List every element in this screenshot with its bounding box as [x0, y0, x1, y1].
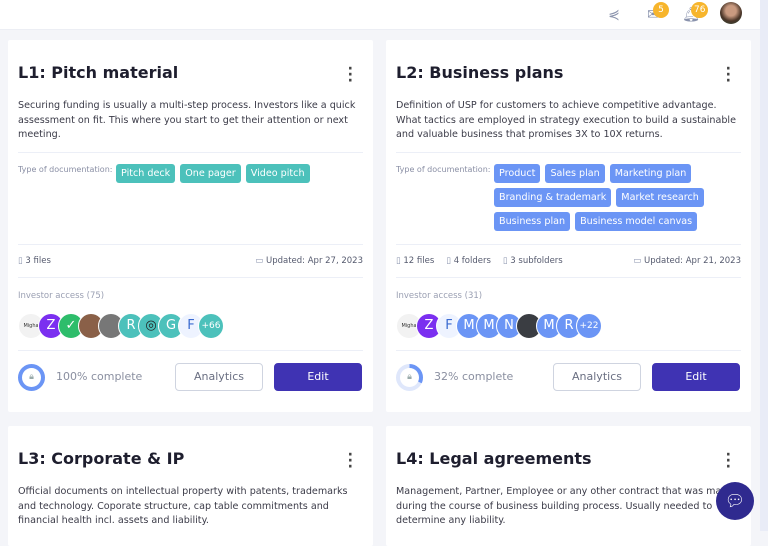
meta-text: 12 files: [403, 256, 435, 266]
card-description: Definition of USP for customers to achie…: [396, 100, 736, 140]
more-options-icon[interactable]: · · ·: [726, 448, 731, 474]
meta-item: ▯ 3 files: [18, 256, 51, 266]
divider: [396, 244, 741, 245]
card-title: L4: Legal agreements: [396, 449, 592, 468]
progress-ring: 🔒︎: [18, 364, 45, 391]
card-1: L1: Pitch material · · · Securing funding …: [8, 40, 373, 412]
investor-avatar[interactable]: +66: [198, 313, 224, 339]
mail-badge: 5: [653, 2, 669, 18]
investor-access-label: Investor access (75): [18, 291, 105, 301]
file-meta: ▯ 12 files ▯ 4 folders ▯ 3 subfolders ▭ Upd…: [396, 256, 741, 266]
tag-list: Pitch deck One pager Video pitch: [116, 164, 363, 183]
tag[interactable]: Branding & trademark: [494, 188, 612, 207]
mail-icon[interactable]: ✉ 5: [644, 2, 669, 24]
more-options-icon[interactable]: · · ·: [726, 62, 731, 88]
progress-ring: 🔒︎: [396, 364, 423, 391]
tag[interactable]: Market research: [616, 188, 704, 207]
meta-item: ▯ 3 subfolders: [503, 256, 563, 266]
divider: [18, 277, 363, 278]
meta-text: 4 folders: [453, 256, 491, 266]
tag[interactable]: Video pitch: [245, 164, 310, 183]
folder-icon: ▯: [446, 256, 454, 266]
doc-type-label: Type of documentation:: [396, 165, 491, 174]
tag[interactable]: Sales plan: [545, 164, 605, 183]
tag[interactable]: Marketing plan: [609, 164, 692, 183]
tag[interactable]: Pitch deck: [116, 164, 176, 183]
card-2: L2: Business plans · · · Definition of USP…: [386, 40, 751, 412]
card-description: Securing funding is usually a multi-step…: [18, 100, 356, 140]
divider: [396, 350, 741, 351]
divider: [396, 152, 741, 153]
top-bar: ⋞ ✉ 5 🔔︎ 76: [0, 0, 760, 30]
file-meta: ▯ 3 files ▭ Updated: Apr 27, 2023: [18, 256, 363, 266]
investor-avatars: Migha Z F M M N M R +22: [396, 313, 602, 339]
divider: [18, 244, 363, 245]
card-3: L3: Corporate & IP · · · Official document…: [8, 426, 373, 546]
progress-text: 100% complete: [56, 370, 143, 383]
tag[interactable]: Business model canvas: [575, 212, 698, 231]
tag[interactable]: Business plan: [494, 212, 571, 231]
card-title: L3: Corporate & IP: [18, 449, 185, 468]
tag[interactable]: One pager: [180, 164, 241, 183]
updated-text: Updated: Apr 27, 2023: [265, 256, 363, 266]
meta-text: 3 subfolders: [510, 256, 563, 266]
calendar-icon: ▭: [633, 256, 644, 266]
user-avatar[interactable]: [720, 2, 742, 24]
divider: [18, 350, 363, 351]
divider: [396, 277, 741, 278]
divider: [18, 152, 363, 153]
analytics-button[interactable]: Analytics: [553, 363, 641, 391]
edit-button[interactable]: Edit: [274, 363, 362, 391]
more-options-icon[interactable]: · · ·: [348, 62, 353, 88]
analytics-button[interactable]: Analytics: [175, 363, 263, 391]
card-title: L1: Pitch material: [18, 63, 179, 82]
share-icon[interactable]: ⋞: [605, 6, 623, 24]
card-description: Official documents on intellectual prope…: [18, 486, 348, 526]
lock-icon: 🔒︎: [22, 368, 41, 387]
bell-badge: 76: [691, 2, 709, 18]
meta-item: ▯ 12 files: [396, 256, 434, 266]
meta-text: 3 files: [25, 256, 51, 266]
chat-icon: 💬︎: [724, 491, 746, 510]
card-title: L2: Business plans: [396, 63, 564, 82]
card-4: L4: Legal agreements · · · Management, Par…: [386, 426, 751, 546]
lock-icon: 🔒︎: [400, 368, 419, 387]
tag-list: Product Sales plan Marketing plan Branding …: [494, 164, 741, 231]
updated: ▭ Updated: Apr 27, 2023: [255, 256, 363, 266]
tag[interactable]: Product: [494, 164, 541, 183]
scrollbar[interactable]: [760, 0, 768, 531]
bell-icon[interactable]: 🔔︎ 76: [682, 2, 709, 24]
investor-access-label: Investor access (31): [396, 291, 483, 301]
updated: ▭ Updated: Apr 21, 2023: [633, 256, 741, 266]
card-description: Management, Partner, Employee or any oth…: [396, 486, 734, 526]
doc-type-label: Type of documentation:: [18, 165, 113, 174]
more-options-icon[interactable]: · · ·: [348, 448, 353, 474]
edit-button[interactable]: Edit: [652, 363, 740, 391]
updated-text: Updated: Apr 21, 2023: [643, 256, 741, 266]
investor-avatars: Migha Z ✓ R ◎ G F +66: [18, 313, 224, 339]
calendar-icon: ▭: [255, 256, 266, 266]
chat-button[interactable]: 💬︎: [716, 482, 754, 520]
meta-item: ▯ 4 folders: [446, 256, 491, 266]
progress-text: 32% complete: [434, 370, 514, 383]
investor-avatar[interactable]: +22: [576, 313, 602, 339]
